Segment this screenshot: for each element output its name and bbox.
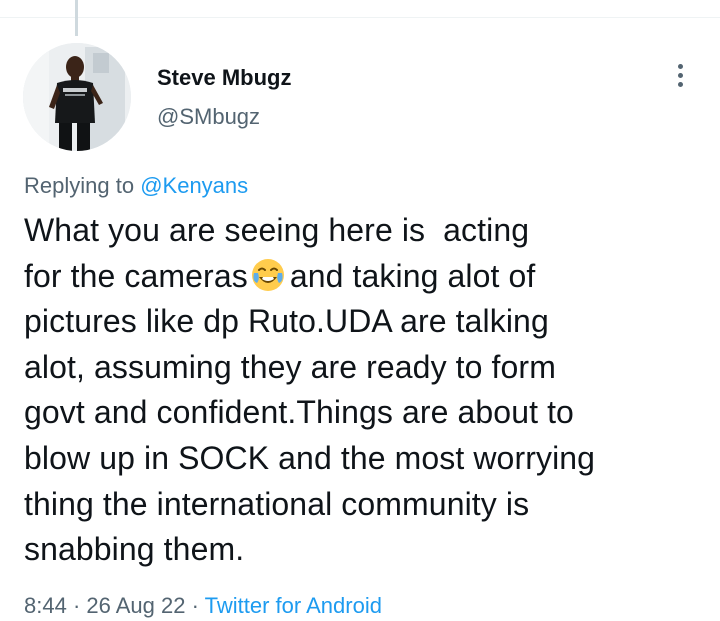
tweet-text-segment: and taking alot of <box>289 257 536 294</box>
author-handle[interactable]: @SMbugz <box>157 103 260 131</box>
tweet-text-line: snabbing them. <box>24 531 245 568</box>
tweet-text-line: govt and confident.Things are about to <box>24 394 574 431</box>
tweet-date[interactable]: 26 Aug 22 <box>86 593 185 618</box>
more-vertical-icon <box>677 63 683 69</box>
tweet-text: What you are seeing here is acting for t… <box>24 208 694 573</box>
replying-to-mention-link[interactable]: @Kenyans <box>140 173 248 198</box>
tweet-text-segment: for the cameras <box>24 257 248 294</box>
tweet-text-line: pictures like dp Ruto.UDA are talking <box>24 303 549 340</box>
tweet-metadata: 8:44 · 26 Aug 22 · Twitter for Android <box>24 592 382 620</box>
tweet-source-link[interactable]: Twitter for Android <box>205 593 382 618</box>
thread-connector-line <box>75 0 78 36</box>
meta-separator: · <box>185 593 205 618</box>
avatar-photo <box>23 43 131 151</box>
more-vertical-icon-dot <box>677 81 683 87</box>
meta-separator: · <box>66 593 87 618</box>
tweet-text-line: alot, assuming they are ready to form <box>24 348 556 385</box>
face-with-tears-of-joy-icon <box>251 258 284 291</box>
more-options-button[interactable] <box>664 58 696 92</box>
more-vertical-icon-dot <box>677 72 683 78</box>
tweet-text-line: blow up in SOCK and the most worrying <box>24 439 596 476</box>
tweet-time[interactable]: 8:44 <box>24 593 67 618</box>
top-divider <box>0 17 720 18</box>
tweet-text-line: What you are seeing here is acting <box>24 212 530 248</box>
author-display-name[interactable]: Steve Mbugz <box>157 64 291 92</box>
tweet-text-line: thing the international community is <box>24 485 530 522</box>
replying-to-label: Replying to <box>24 173 135 198</box>
replying-to: Replying to @Kenyans <box>24 172 248 200</box>
avatar[interactable] <box>23 43 131 151</box>
tweet-text-line: for the cameras and taking alot of <box>24 254 694 300</box>
